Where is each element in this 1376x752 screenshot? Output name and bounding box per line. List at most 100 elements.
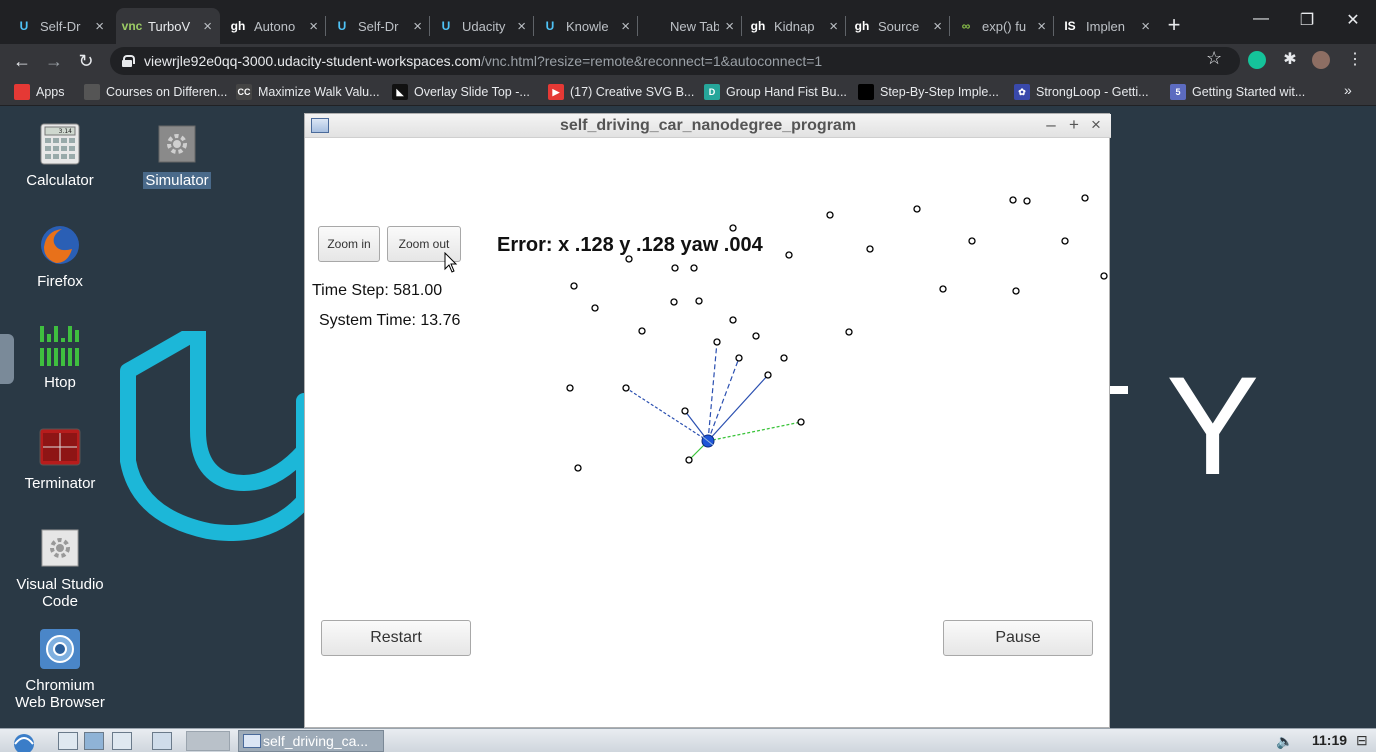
bookmark-label: Maximize Walk Valu... (258, 85, 380, 99)
desktop-icon-vscode[interactable]: Visual Studio Code (10, 526, 110, 610)
tab-favicon-icon: IS (1064, 19, 1076, 33)
grammarly-icon[interactable] (1248, 51, 1266, 69)
restart-button[interactable]: Restart (321, 620, 471, 656)
window-titlebar[interactable]: self_driving_car_nanodegree_program – + … (305, 114, 1111, 138)
landmark-marker (729, 316, 737, 324)
address-bar[interactable]: viewrjle92e0qq-3000.udacity-student-work… (110, 47, 1240, 75)
browser-tab[interactable]: vnc TurboV × (116, 8, 220, 44)
desktop-icon-simulator[interactable]: Simulator (127, 122, 227, 189)
tab-close-icon[interactable]: × (203, 18, 212, 35)
window-maximize-icon[interactable]: + (1065, 115, 1083, 135)
tab-close-icon[interactable]: × (829, 18, 838, 35)
bookmark-item[interactable]: ◣ Overlay Slide Top -... (392, 82, 530, 102)
tab-close-icon[interactable]: × (95, 18, 104, 35)
landmark-marker (622, 384, 630, 392)
menu-icon[interactable]: ⋮ (1346, 51, 1364, 69)
tab-close-icon[interactable]: × (413, 18, 422, 35)
browser-tab[interactable]: New Tab × (638, 8, 742, 44)
workspace-pager[interactable] (186, 731, 230, 751)
reload-icon[interactable]: ↻ (74, 50, 98, 72)
back-icon[interactable]: ← (10, 50, 34, 72)
desktop-icon-firefox[interactable]: Firefox (10, 223, 110, 290)
tab-favicon-icon (646, 18, 662, 34)
browser-tab[interactable]: gh Autono × (222, 8, 326, 44)
calculator-badge: 3.14 (59, 128, 73, 135)
browser-tab[interactable]: U Udacity × (430, 8, 534, 44)
browser-tab[interactable]: ∞ exp() fu × (950, 8, 1054, 44)
close-window-icon[interactable]: ✕ (1338, 10, 1368, 30)
bookmark-icon (84, 84, 100, 100)
bookmark-star-icon[interactable]: ☆ (1206, 48, 1222, 69)
window-close-icon[interactable]: × (1087, 115, 1105, 135)
bookmark-item[interactable]: Step-By-Step Imple... (858, 82, 999, 102)
browser-tab[interactable]: gh Kidnap × (742, 8, 846, 44)
desktop-toggle-icon[interactable]: ⊟ (1356, 732, 1368, 749)
bookmark-item[interactable]: CC Maximize Walk Valu... (236, 82, 380, 102)
window-switch-icon[interactable] (152, 732, 172, 750)
desktop-icon-htop[interactable]: Htop (10, 324, 110, 391)
bookmark-item[interactable]: D Group Hand Fist Bu... (704, 82, 847, 102)
extensions-icon[interactable]: ✱ (1281, 51, 1299, 69)
zoom-in-button[interactable]: Zoom in (318, 226, 380, 262)
landmark-marker (764, 371, 772, 379)
bookmark-item[interactable]: Courses on Differen... (84, 82, 227, 102)
tab-close-icon[interactable]: × (1141, 18, 1150, 35)
restore-icon[interactable]: ❐ (1292, 10, 1322, 30)
browser-tab[interactable]: IS Implen × (1054, 8, 1158, 44)
tab-separator (1053, 16, 1054, 36)
browser-tab[interactable]: gh Source × (846, 8, 950, 44)
new-tab-button[interactable]: + (1162, 12, 1186, 38)
landmark-marker (566, 384, 574, 392)
tab-separator (325, 16, 326, 36)
network-icon[interactable] (84, 732, 104, 750)
tab-title: TurboV (148, 18, 191, 34)
tab-close-icon[interactable]: × (725, 18, 734, 35)
desktop-icon-chromium[interactable]: Chromium Web Browser (10, 627, 110, 711)
forward-icon[interactable]: → (42, 50, 66, 72)
show-desktop-icon[interactable] (112, 732, 132, 750)
taskbar-task-simulator[interactable]: self_driving_ca... (238, 730, 384, 752)
bookmark-icon: 5 (1170, 84, 1186, 100)
file-manager-icon[interactable] (58, 732, 78, 750)
landmark-marker (1009, 196, 1017, 204)
start-menu-icon[interactable] (4, 730, 44, 752)
tab-close-icon[interactable]: × (309, 18, 318, 35)
htop-icon (38, 324, 82, 368)
minimize-icon[interactable]: — (1246, 10, 1276, 28)
browser-tab[interactable]: U Knowle × (534, 8, 638, 44)
bookmark-item[interactable]: ✿ StrongLoop - Getti... (1014, 82, 1149, 102)
bookmark-item[interactable]: Apps (14, 82, 65, 102)
desktop-icon-terminator[interactable]: Terminator (10, 425, 110, 492)
lock-icon (122, 55, 135, 67)
landmark-marker (826, 211, 834, 219)
task-label: self_driving_ca... (263, 733, 369, 749)
tab-close-icon[interactable]: × (933, 18, 942, 35)
pause-button[interactable]: Pause (943, 620, 1093, 656)
bookmark-label: Overlay Slide Top -... (414, 85, 530, 99)
task-window-icon (243, 734, 261, 748)
browser-toolbar: ← → ↻ viewrjle92e0qq-3000.udacity-studen… (0, 44, 1376, 78)
landmark-marker (735, 354, 743, 362)
window-minimize-icon[interactable]: – (1042, 115, 1060, 135)
desktop-icon-label: Chromium Web Browser (15, 677, 105, 711)
bookmark-icon: CC (236, 84, 252, 100)
volume-icon[interactable]: 🔈 (1276, 733, 1293, 750)
landmark-marker (797, 418, 805, 426)
browser-tab[interactable]: U Self-Dr × (326, 8, 430, 44)
profile-avatar[interactable] (1312, 51, 1330, 69)
tab-close-icon[interactable]: × (517, 18, 526, 35)
browser-tab[interactable]: U Self-Dr × (8, 8, 112, 44)
desktop-icon-calculator[interactable]: 3.14 Calculator (10, 122, 110, 189)
tab-close-icon[interactable]: × (621, 18, 630, 35)
bookmark-item[interactable]: 5 Getting Started wit... (1170, 82, 1305, 102)
tab-favicon-icon: vnc (121, 19, 143, 33)
landmark-marker (866, 245, 874, 253)
tab-title: Udacity (462, 18, 506, 34)
tab-title: Source (878, 18, 920, 34)
bookmarks-overflow-icon[interactable]: » (1344, 82, 1352, 98)
bookmark-item[interactable]: ▶ (17) Creative SVG B... (548, 82, 694, 102)
wallpaper-dash (1110, 386, 1128, 394)
landmark-marker (968, 237, 976, 245)
tab-close-icon[interactable]: × (1037, 18, 1046, 35)
calculator-icon: 3.14 (38, 122, 82, 166)
